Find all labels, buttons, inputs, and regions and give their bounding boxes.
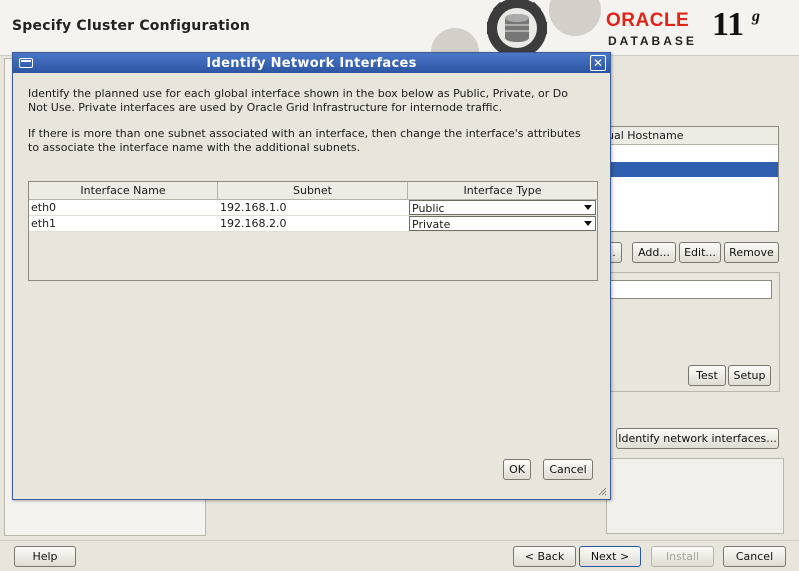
wizard-cancel-button[interactable]: Cancel <box>723 546 786 567</box>
dialog-title: Identify Network Interfaces <box>206 56 417 71</box>
interface-type-select[interactable]: Private <box>409 216 596 231</box>
ok-button[interactable]: OK <box>503 459 531 480</box>
interfaces-table: Interface Name Subnet Interface Type eth… <box>28 181 598 281</box>
interface-name-cell: eth1 <box>31 217 57 230</box>
chevron-down-icon <box>584 221 592 226</box>
close-icon[interactable]: ✕ <box>590 55 606 71</box>
table-row[interactable]: eth0 192.168.1.0 Public <box>29 200 597 216</box>
back-button[interactable]: < Back <box>513 546 576 567</box>
column-header-subnet[interactable]: Subnet <box>218 182 408 200</box>
interface-type-select[interactable]: Public <box>409 200 596 215</box>
dialog-titlebar[interactable]: Identify Network Interfaces ✕ <box>13 53 610 73</box>
oracle-wordmark: ORACLE <box>606 10 690 31</box>
column-header-interface-name[interactable]: Interface Name <box>29 182 218 200</box>
add-button[interactable]: Add... <box>632 242 676 263</box>
identify-network-interfaces-button[interactable]: Identify network interfaces... <box>616 428 779 449</box>
setup-button[interactable]: Setup <box>728 365 771 386</box>
messages-pane <box>606 458 784 534</box>
table-row-selected[interactable] <box>607 162 778 177</box>
table-header-hostname: ual Hostname <box>607 127 778 145</box>
table-row[interactable]: eth1 192.168.2.0 Private <box>29 216 597 232</box>
help-button[interactable]: Help <box>14 546 76 567</box>
version-number: 11 <box>712 6 745 43</box>
column-header-interface-type[interactable]: Interface Type <box>408 182 597 200</box>
test-button[interactable]: Test <box>688 365 726 386</box>
identify-network-interfaces-dialog: Identify Network Interfaces ✕ Identify t… <box>12 52 611 500</box>
interface-type-value: Private <box>412 218 451 231</box>
version-suffix: g <box>752 8 760 25</box>
cluster-nodes-table[interactable]: ual Hostname <box>606 126 779 232</box>
edit-button[interactable]: Edit... <box>679 242 721 263</box>
gear-logo-icon <box>431 0 601 56</box>
install-button: Install <box>651 546 714 567</box>
next-button[interactable]: Next > <box>579 546 641 567</box>
remove-button[interactable]: Remove <box>724 242 779 263</box>
dialog-subnet-note: If there is more than one subnet associa… <box>28 127 581 154</box>
resize-grip-icon[interactable] <box>598 487 607 496</box>
wizard-title: Specify Cluster Configuration <box>12 18 251 34</box>
chevron-down-icon <box>584 205 592 210</box>
os-password-field[interactable] <box>606 280 772 299</box>
dialog-cancel-button[interactable]: Cancel <box>543 459 593 480</box>
interface-name-cell: eth0 <box>31 201 57 214</box>
subnet-cell: 192.168.2.0 <box>220 217 287 230</box>
dialog-description: Identify the planned use for each global… <box>28 87 568 114</box>
interface-type-value: Public <box>412 202 445 215</box>
subnet-cell: 192.168.1.0 <box>220 201 287 214</box>
database-wordmark: DATABASE <box>608 34 697 48</box>
